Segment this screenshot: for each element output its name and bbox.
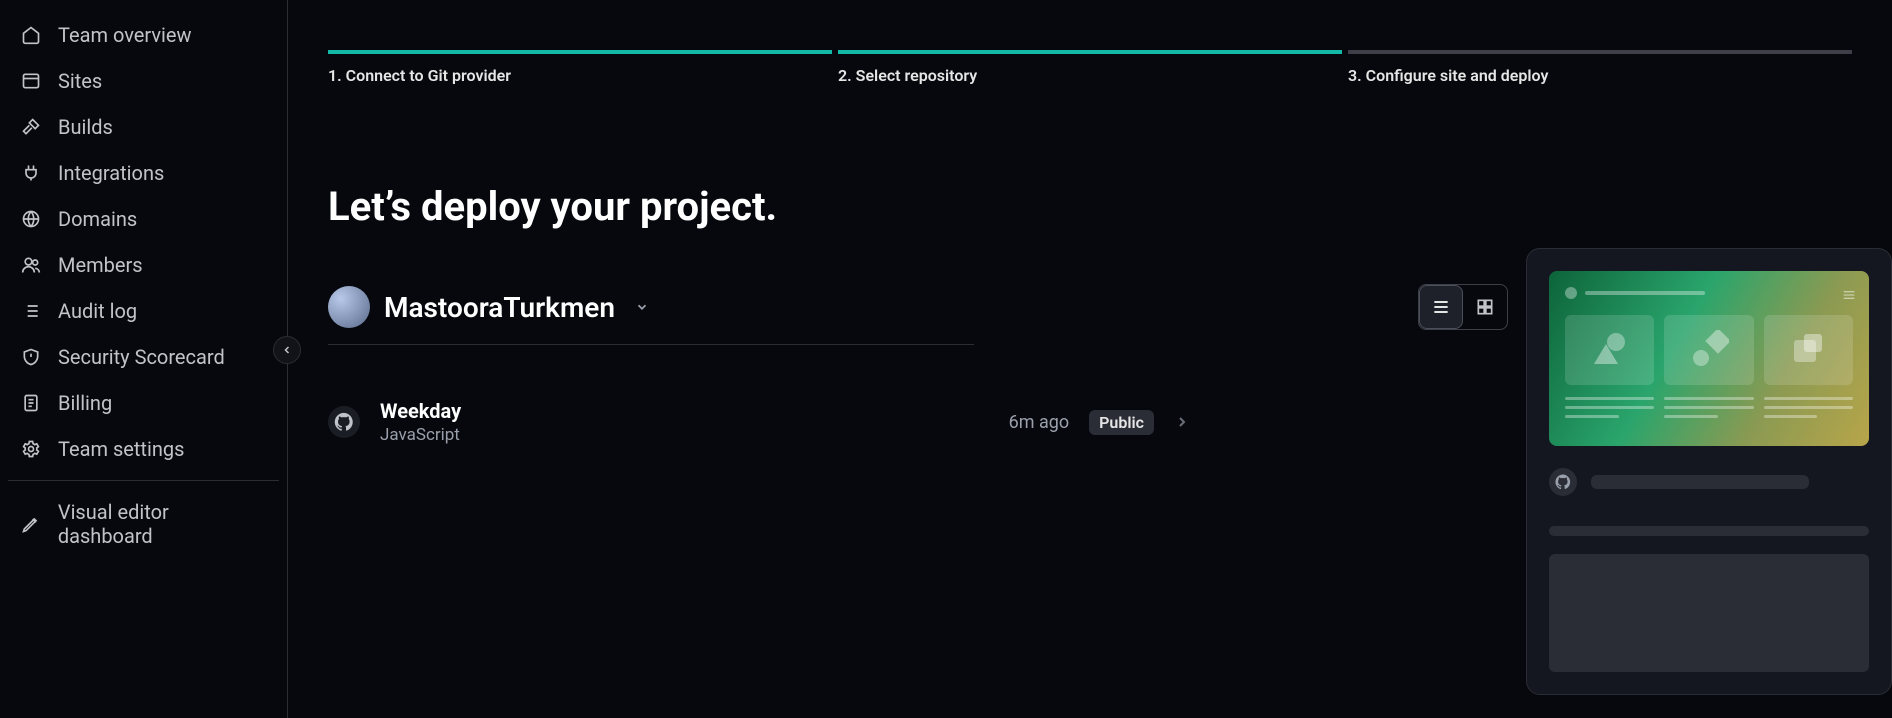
pencil-icon [20,513,42,535]
github-icon [328,406,360,438]
browser-icon [20,70,42,92]
sidebar-item-label: Integrations [58,161,164,185]
chevron-right-icon [1174,414,1190,430]
repo-name: Weekday [380,399,989,423]
sidebar-item-label: Audit log [58,299,137,323]
home-icon [20,24,42,46]
progress-steps: 1. Connect to Git provider 2. Select rep… [328,50,1852,85]
sidebar-item-members[interactable]: Members [8,242,279,288]
page-title: Let’s deploy your project. [328,183,1852,230]
shield-icon [20,346,42,368]
github-icon [1549,468,1577,496]
view-toggle [1418,284,1508,330]
sidebar-item-label: Security Scorecard [58,345,225,369]
sidebar-item-label: Domains [58,207,137,231]
repo-language: JavaScript [380,425,989,445]
step-bar [838,50,1342,54]
sidebar-item-builds[interactable]: Builds [8,104,279,150]
chevron-down-icon [635,300,649,314]
sidebar-item-audit-log[interactable]: Audit log [8,288,279,334]
hammer-icon [20,116,42,138]
list-icon [20,300,42,322]
avatar [328,286,370,328]
sidebar-item-label: Members [58,253,143,277]
plug-icon [20,162,42,184]
repo-row[interactable]: Weekday JavaScript 6m ago Public [328,399,1190,445]
sidebar-item-security[interactable]: Security Scorecard [8,334,279,380]
visibility-badge: Public [1089,410,1154,435]
menu-icon [1841,287,1857,303]
sidebar-item-team-overview[interactable]: Team overview [8,12,279,58]
main-content: 1. Connect to Git provider 2. Select rep… [288,0,1892,718]
sidebar-item-label: Visual editor dashboard [58,500,267,548]
step-2: 2. Select repository [838,50,1342,85]
sidebar: Team overview Sites Builds Integrations … [0,0,288,718]
sidebar-item-label: Team settings [58,437,184,461]
sidebar-item-sites[interactable]: Sites [8,58,279,104]
gear-icon [20,438,42,460]
sidebar-item-visual-editor[interactable]: Visual editor dashboard [8,489,279,559]
sidebar-item-billing[interactable]: Billing [8,380,279,426]
step-bar [328,50,832,54]
preview-card [1526,248,1892,695]
sidebar-item-domains[interactable]: Domains [8,196,279,242]
sidebar-item-label: Team overview [58,23,192,47]
repo-updated-time: 6m ago [1009,412,1070,433]
receipt-icon [20,392,42,414]
sidebar-item-label: Sites [58,69,102,93]
placeholder [1549,526,1869,536]
preview-hero [1549,271,1869,446]
step-3: 3. Configure site and deploy [1348,50,1852,85]
account-name: MastooraTurkmen [384,291,615,324]
placeholder [1549,554,1869,672]
account-selector[interactable]: MastooraTurkmen [328,286,649,328]
step-1: 1. Connect to Git provider [328,50,832,85]
step-bar [1348,50,1852,54]
globe-icon [20,208,42,230]
users-icon [20,254,42,276]
grid-view-button[interactable] [1463,285,1507,329]
sidebar-item-team-settings[interactable]: Team settings [8,426,279,472]
sidebar-item-label: Builds [58,115,113,139]
sidebar-item-integrations[interactable]: Integrations [8,150,279,196]
list-view-button[interactable] [1419,285,1463,329]
sidebar-item-label: Billing [58,391,112,415]
placeholder [1591,475,1809,489]
